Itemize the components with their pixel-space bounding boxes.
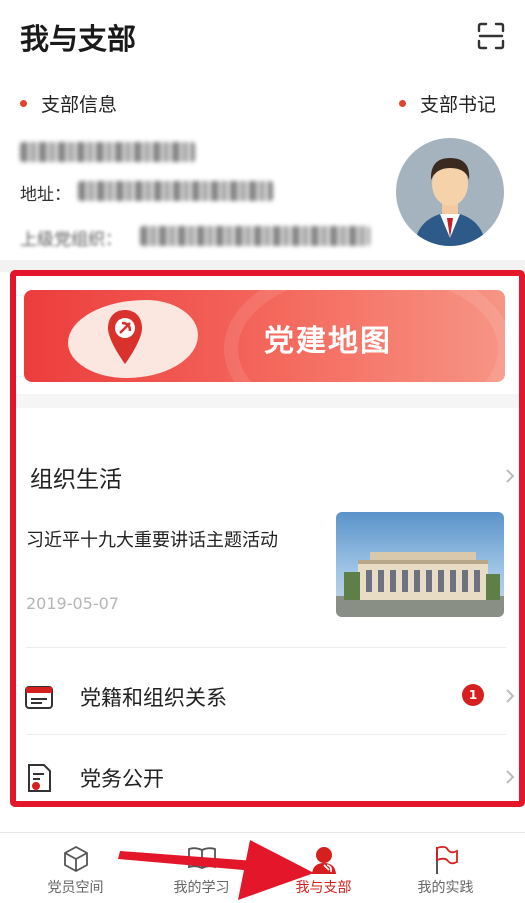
address-prefix: 地址： xyxy=(20,185,71,205)
scan-icon[interactable] xyxy=(477,22,505,50)
card-separator xyxy=(16,394,519,408)
bullet-dot xyxy=(399,100,406,107)
tab-label: 党员空间 xyxy=(47,880,104,896)
tab-my-study[interactable]: 我的学习 xyxy=(136,833,267,903)
branch-info-text: 支部信息 xyxy=(41,94,118,116)
tab-label: 我的学习 xyxy=(173,880,230,896)
news-thumbnail[interactable] xyxy=(336,512,504,617)
party-affairs-row[interactable]: 党务公开 xyxy=(16,749,519,801)
party-affairs-label: 党务公开 xyxy=(80,767,164,791)
divider xyxy=(26,647,506,648)
flag-icon xyxy=(435,845,458,874)
bottom-tab-bar: 党员空间 我的学习 我与支部 我的实践 xyxy=(0,832,525,903)
tab-label: 我的实践 xyxy=(417,880,474,896)
party-member-icon xyxy=(311,847,336,874)
tab-my-practice[interactable]: 我的实践 xyxy=(380,833,511,903)
divider xyxy=(26,734,506,735)
branch-info-label: 支部信息 xyxy=(20,90,117,117)
branch-secretary-text: 支部书记 xyxy=(420,94,497,116)
membership-relation-row[interactable]: 党籍和组织关系 1 xyxy=(16,668,519,724)
header: 我与支部 xyxy=(0,0,525,75)
blurred-parent-org xyxy=(140,226,370,246)
news-date: 2019-05-07 xyxy=(26,594,119,613)
party-map-banner[interactable]: 党建地图 xyxy=(24,290,505,382)
chevron-right-icon[interactable] xyxy=(505,468,515,484)
address-line: 地址： xyxy=(20,180,71,205)
notification-badge: 1 xyxy=(462,684,484,706)
org-life-title[interactable]: 组织生活 xyxy=(30,460,122,494)
blurred-address xyxy=(78,181,273,201)
branch-secretary-label: 支部书记 xyxy=(399,90,496,117)
map-pin-icon xyxy=(108,310,142,364)
tab-member-space[interactable]: 党员空间 xyxy=(10,833,141,903)
news-title[interactable]: 习近平十九大重要讲话主题活动 xyxy=(26,526,278,552)
page-title: 我与支部 xyxy=(20,22,137,56)
secretary-avatar[interactable] xyxy=(396,138,504,246)
person-avatar-icon xyxy=(414,158,486,246)
building-image xyxy=(336,552,504,617)
document-icon xyxy=(28,764,51,792)
banner-title: 党建地图 xyxy=(264,324,392,359)
bullet-dot xyxy=(20,100,27,107)
branch-info: 支部信息 支部书记 地址： 上级党组织： xyxy=(0,80,525,255)
tab-me-and-branch[interactable]: 我与支部 xyxy=(258,833,389,903)
id-card-icon xyxy=(25,686,53,709)
blurred-branch-name xyxy=(20,142,195,162)
chevron-right-icon xyxy=(506,689,515,703)
parent-org-prefix: 上级党组织： xyxy=(20,230,122,250)
membership-relation-label: 党籍和组织关系 xyxy=(80,686,227,710)
cube-icon xyxy=(63,845,88,873)
highlighted-card: 党建地图 组织生活 习近平十九大重要讲话主题活动 2019-05-07 党籍和组… xyxy=(10,270,525,807)
parent-org-line: 上级党组织： xyxy=(20,225,122,250)
tab-label: 我与支部 xyxy=(295,880,352,896)
book-icon xyxy=(187,847,216,869)
chevron-right-icon xyxy=(506,770,515,784)
